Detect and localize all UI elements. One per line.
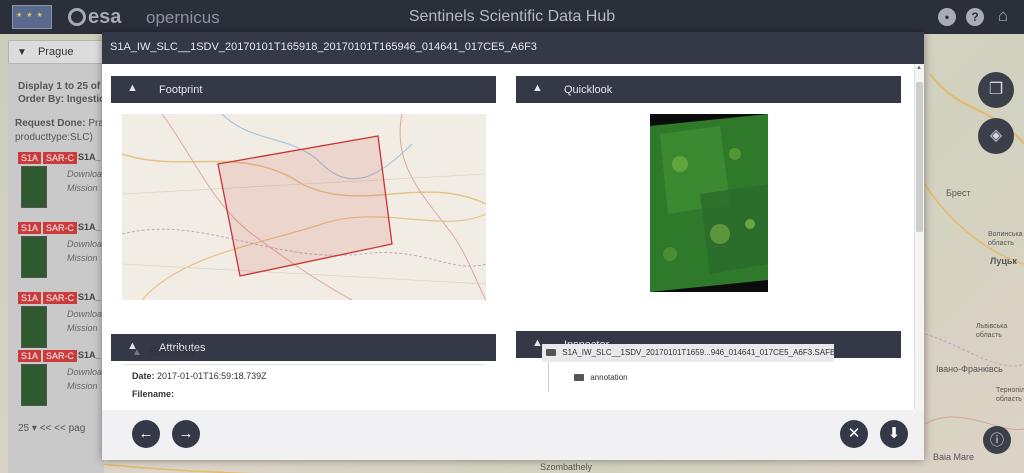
modal-title: S1A_IW_SLC__1SDV_20170101T165918_2017010… — [102, 32, 924, 64]
product-meta: Downloa — [67, 239, 103, 249]
filter-icon[interactable]: ▼ — [17, 47, 27, 58]
app-title: Sentinels Scientific Data Hub — [408, 8, 616, 25]
scroll-up-icon[interactable]: ▲ — [916, 65, 922, 71]
attr-date: Date: 2017-01-01T16:59:18.739Z — [132, 371, 267, 381]
arrow-right-icon: → — [178, 425, 194, 442]
footprint-section-header[interactable]: ▲ Footprint — [111, 76, 496, 103]
page-size-select[interactable]: 25 — [18, 423, 29, 434]
folder-icon — [574, 374, 584, 381]
close-icon: ✕ — [847, 425, 861, 442]
map-label-ternopil: Тернопільська область — [996, 387, 1024, 403]
map-label-baia-mare: Baia Mare — [933, 452, 975, 462]
product-name[interactable]: S1A_ — [78, 152, 101, 162]
product-thumbnail[interactable] — [21, 306, 47, 348]
sensor-tag: SAR-C — [43, 152, 78, 164]
request-done-value2: producttype:SLC) — [15, 132, 93, 143]
order-by[interactable]: Order By: Ingestio — [18, 94, 105, 105]
product-thumbnail[interactable] — [21, 166, 47, 208]
product-meta: Mission — [67, 253, 98, 263]
map-label-ivano: Івано-Франківсь — [936, 364, 1003, 374]
footprint-map[interactable] — [122, 114, 486, 300]
quicklook-section-header[interactable]: ▲ Quicklook — [516, 76, 901, 103]
product-thumbnail[interactable] — [21, 364, 47, 406]
help-icon[interactable]: ? — [966, 8, 984, 26]
copy-layers-button[interactable]: ❐ — [978, 72, 1014, 108]
mission-tag: S1A — [18, 292, 42, 304]
quicklook-graphic — [650, 114, 768, 292]
footprint-map-graphic — [122, 114, 486, 300]
quicklook-image[interactable] — [650, 114, 768, 292]
mission-tag: S1A — [18, 222, 42, 234]
sensor-tag: SAR-C — [43, 292, 78, 304]
map-label-lutsk: Луцьк — [990, 256, 1017, 266]
pager-controls[interactable]: << << pag — [40, 423, 86, 434]
previous-product-button[interactable]: ← — [132, 420, 160, 448]
product-meta: Downloa — [67, 309, 103, 319]
attr-date-label: Date: — [132, 371, 155, 381]
layers-icon: ◈ — [989, 127, 1003, 144]
chevron-up-icon: ▲ — [127, 82, 138, 94]
map-label-volyn: Волинська область — [988, 231, 1023, 247]
product-name[interactable]: S1A_ — [78, 350, 101, 360]
tree-connector — [548, 362, 549, 392]
product-details-modal: S1A_IW_SLC__1SDV_20170101T165918_2017010… — [102, 32, 924, 460]
layers-button[interactable]: ◈ — [978, 118, 1014, 154]
chevron-up-icon: ▲ — [532, 82, 543, 94]
product-thumbnail[interactable] — [21, 236, 47, 278]
search-query: Prague — [37, 46, 74, 58]
product-meta: Mission — [67, 381, 98, 391]
sensor-tag: SAR-C — [43, 222, 78, 234]
close-modal-button[interactable]: ✕ — [840, 420, 868, 448]
quicklook-title: Quicklook — [564, 84, 613, 96]
modal-footer: ← → ✕ ⬇ — [102, 410, 924, 460]
folder-open-icon — [546, 349, 556, 356]
display-count: Display 1 to 25 of — [18, 81, 101, 92]
product-item[interactable]: S1A SAR-C S1A_ Downloa Mission — [18, 222, 104, 290]
sensor-tag: SAR-C — [43, 350, 78, 362]
vertical-scrollbar[interactable]: ▲ ▼ — [914, 64, 924, 428]
inspector-child-node[interactable]: annotation — [574, 373, 628, 382]
product-meta: Mission — [67, 183, 98, 193]
summary-title: Summary — [148, 346, 197, 358]
inspector-child-label: annotation — [590, 373, 628, 382]
attr-filename-label: Filename: — [132, 389, 175, 399]
info-button[interactable]: ⓘ — [983, 426, 1011, 454]
top-icons: • ? ⌂ — [938, 7, 1012, 26]
request-done: Request Done: Pra producttype:SLC) — [15, 117, 104, 145]
next-product-button[interactable]: → — [172, 420, 200, 448]
arrow-left-icon: ← — [138, 425, 154, 442]
copy-icon: ❐ — [988, 81, 1004, 98]
vertical-scroll-thumb[interactable] — [916, 82, 923, 232]
product-name[interactable]: S1A_ — [78, 222, 101, 232]
summary-header[interactable]: ▲ Summary — [122, 341, 486, 365]
inspector-root-label: S1A_IW_SLC__1SDV_20170101T1659...946_014… — [562, 348, 834, 357]
attr-filename: Filename: — [132, 389, 174, 399]
mission-tag: S1A — [18, 350, 42, 362]
top-bar: esa opernicus Sentinels Scientific Data … — [0, 0, 1024, 34]
map-label-lviv: Львівська область — [976, 323, 1008, 339]
search-box[interactable]: ▼ Prague — [8, 40, 104, 64]
user-icon[interactable]: • — [938, 8, 956, 26]
product-meta: Mission — [67, 323, 98, 333]
search-results-panel: ▼ Prague Display 1 to 25 of Order By: In… — [8, 40, 107, 473]
home-icon[interactable]: ⌂ — [994, 7, 1012, 26]
inspector-root-node[interactable]: S1A_IW_SLC__1SDV_20170101T1659...946_014… — [542, 344, 834, 362]
request-done-label: Request Done: — [15, 118, 86, 129]
info-icon: ⓘ — [990, 432, 1004, 448]
footprint-title: Footprint — [159, 84, 203, 96]
product-item[interactable]: S1A SAR-C S1A_ Download Mission — [18, 152, 107, 220]
map-label-brest: Брест — [946, 188, 971, 198]
chevron-up-icon: ▲ — [132, 347, 142, 358]
attr-date-value: 2017-01-01T16:59:18.739Z — [157, 371, 267, 381]
pager: 25 ▾ << << pag — [18, 423, 86, 434]
product-name[interactable]: S1A_ — [78, 292, 101, 302]
download-icon: ⬇ — [887, 425, 901, 442]
download-button[interactable]: ⬇ — [880, 420, 908, 448]
map-label-szombathely: Szombathely — [540, 462, 593, 472]
modal-body: ▲ Footprint ▲ Quicklook ▲ Attributes ▲ ▲… — [102, 64, 924, 428]
product-meta: Downloa — [67, 367, 103, 377]
product-item[interactable]: S1A SAR-C S1A_ Downloa Mission — [18, 350, 104, 418]
mission-tag: S1A — [18, 152, 42, 164]
